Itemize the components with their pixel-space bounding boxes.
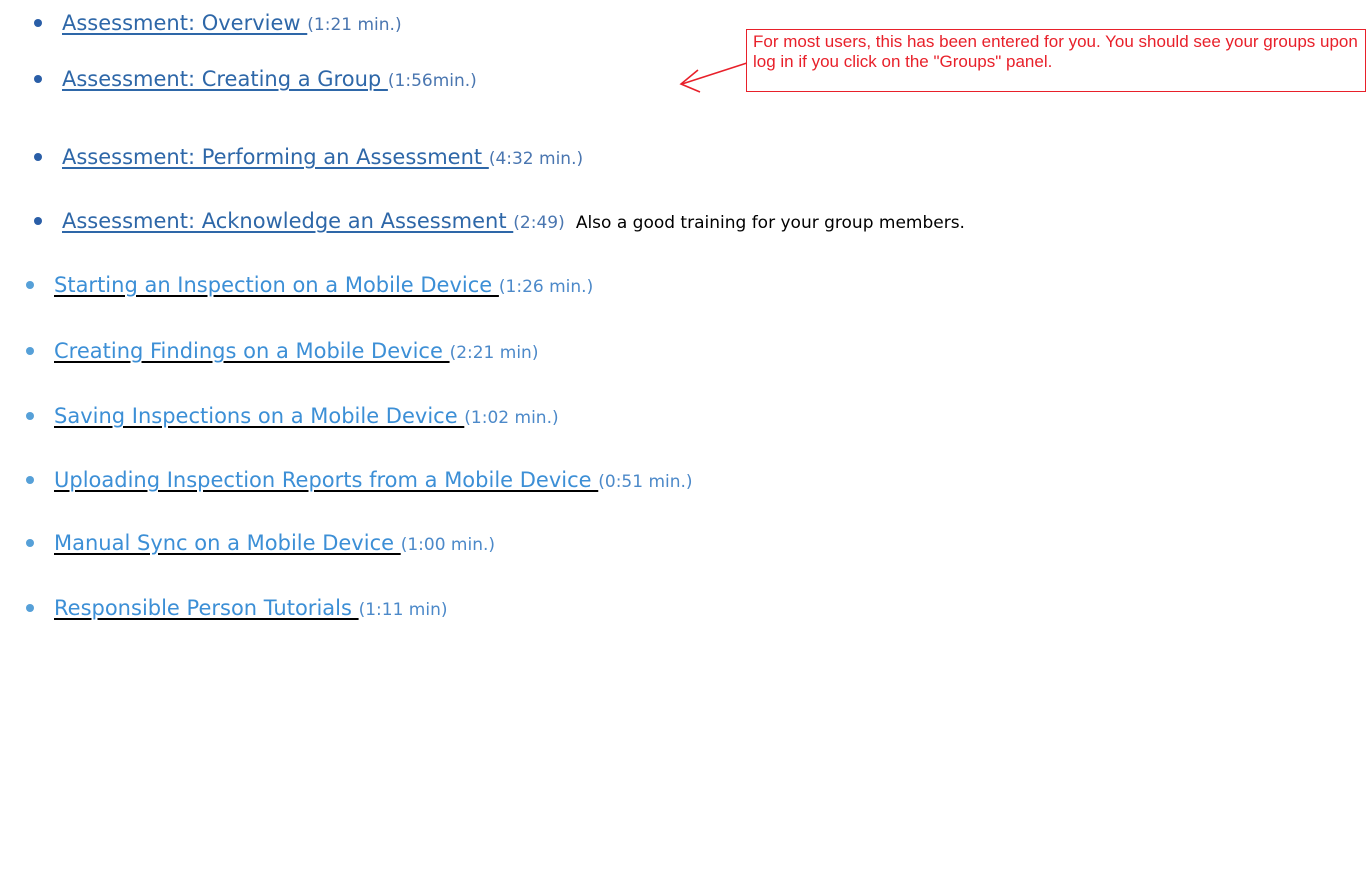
note-text: Also a good training for your group memb… (575, 213, 965, 233)
duration-text: (2:21 min) (449, 343, 539, 363)
list-item: Assessment: Performing an Assessment (4:… (0, 137, 583, 177)
video-link[interactable]: Assessment: Overview (62, 11, 307, 35)
bullet-icon (26, 539, 34, 547)
video-link[interactable]: Uploading Inspection Reports from a Mobi… (54, 468, 598, 492)
bullet-icon (34, 217, 42, 225)
bullet-icon (26, 604, 34, 612)
duration-text: (4:32 min.) (488, 149, 584, 169)
video-link[interactable]: Assessment: Creating a Group (62, 67, 388, 91)
list-item: Assessment: Acknowledge an Assessment (2… (0, 201, 965, 241)
video-link[interactable]: Creating Findings on a Mobile Device (54, 339, 450, 363)
video-link[interactable]: Assessment: Acknowledge an Assessment (62, 209, 513, 233)
duration-text: (1:21 min.) (307, 15, 402, 35)
list-item: Assessment: Overview (1:21 min.) (0, 3, 402, 43)
list-item: Manual Sync on a Mobile Device (1:00 min… (0, 523, 495, 563)
list-item: Assessment: Creating a Group (1:56min.) (0, 59, 477, 99)
callout-arrow-icon (679, 61, 751, 93)
duration-text: (2:49) (513, 213, 565, 233)
list-item: Creating Findings on a Mobile Device (2:… (0, 331, 538, 371)
list-item: Uploading Inspection Reports from a Mobi… (0, 460, 693, 500)
duration-text: (1:56min.) (387, 71, 477, 91)
duration-text: (0:51 min.) (598, 472, 693, 492)
duration-text: (1:26 min.) (498, 277, 594, 297)
video-link[interactable]: Saving Inspections on a Mobile Device (54, 404, 464, 428)
bullet-icon (26, 412, 34, 420)
bullet-icon (26, 347, 34, 355)
callout-note: For most users, this has been entered fo… (746, 29, 1366, 92)
bullet-icon (26, 476, 34, 484)
video-link[interactable]: Assessment: Performing an Assessment (62, 145, 489, 169)
list-item: Starting an Inspection on a Mobile Devic… (0, 265, 593, 305)
bullet-icon (34, 75, 42, 83)
video-link[interactable]: Responsible Person Tutorials (54, 596, 359, 620)
video-link[interactable]: Manual Sync on a Mobile Device (54, 531, 401, 555)
duration-text: (1:02 min.) (464, 408, 559, 428)
bullet-icon (26, 281, 34, 289)
bullet-icon (34, 153, 42, 161)
duration-text: (1:00 min.) (400, 535, 496, 555)
list-item: Responsible Person Tutorials (1:11 min) (0, 588, 448, 628)
duration-text: (1:11 min) (358, 600, 448, 620)
video-link[interactable]: Starting an Inspection on a Mobile Devic… (54, 273, 499, 297)
list-item: Saving Inspections on a Mobile Device (1… (0, 396, 559, 436)
bullet-icon (34, 19, 42, 27)
